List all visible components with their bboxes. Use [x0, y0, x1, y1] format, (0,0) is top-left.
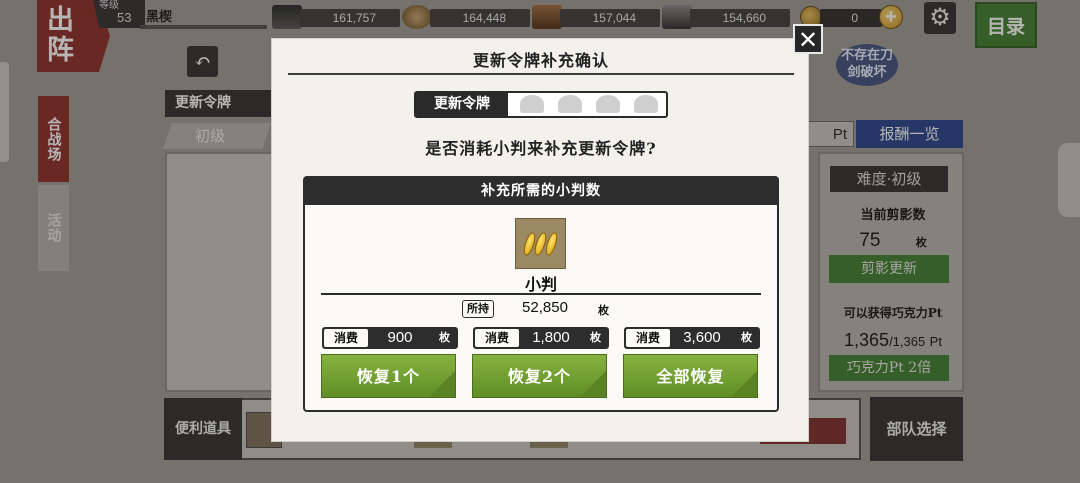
- restore-two-button[interactable]: 恢复2个: [472, 354, 607, 398]
- resource-whetstone: 154,660: [690, 9, 790, 27]
- add-koban-button[interactable]: +: [879, 5, 903, 29]
- cost-value-3: 3,600: [683, 329, 721, 346]
- steel-icon: [402, 5, 432, 29]
- cost-label: 消费: [626, 329, 670, 347]
- back-button[interactable]: ↶: [187, 46, 218, 77]
- ticket-tab: 更新令牌: [165, 90, 285, 117]
- left-edge-handle: [0, 62, 9, 162]
- right-edge-handle: [1058, 143, 1080, 217]
- silhouette-count: 75: [859, 230, 881, 251]
- ticket-status-label: 更新令牌: [416, 93, 508, 116]
- empty-ticket-icon: [634, 95, 658, 113]
- choco-pt-label: 可以获得巧克力Pt: [843, 306, 943, 320]
- sortie-label: 出阵: [47, 5, 74, 66]
- current-silhouettes-label: 当前剪影数: [860, 208, 926, 223]
- close-icon[interactable]: ✕: [793, 24, 823, 54]
- level-value: 53: [117, 10, 132, 25]
- double-pt-badge: 巧克力Pt 2倍: [829, 355, 949, 381]
- cost-unit: 枚: [439, 331, 450, 344]
- cost-box-1: 消费 900 枚: [322, 327, 458, 349]
- restore-one-button[interactable]: 恢复1个: [321, 354, 456, 398]
- difficulty-tab-beginner[interactable]: 初级: [163, 123, 271, 149]
- coolant-icon: [532, 5, 562, 29]
- cost-label: 消费: [475, 329, 519, 347]
- cost-value-1: 900: [387, 329, 413, 346]
- cost-box-2: 消费 1,800 枚: [473, 327, 609, 349]
- current-silhouettes-value: 75 枚: [820, 230, 966, 252]
- cost-value-2: 1,800: [532, 329, 570, 346]
- cost-panel: 补充所需的小判数 小判 所持 52,850 枚 消费 900 枚 消费 1,80…: [303, 176, 779, 412]
- empty-ticket-icon: [558, 95, 582, 113]
- item-divider: [321, 293, 761, 295]
- ticket-status: 更新令牌: [414, 91, 668, 118]
- tab-battlefield[interactable]: 合战场: [38, 96, 69, 182]
- held-label: 所持: [462, 300, 494, 318]
- confirm-question: 是否消耗小判来补充更新令牌?: [425, 139, 657, 158]
- choco-unit: Pt: [929, 334, 942, 349]
- difficulty-label: 难度·初级: [830, 166, 948, 192]
- no-sword-break-badge: 不存在刀剑破坏: [836, 44, 898, 86]
- tab-event[interactable]: 活动: [38, 185, 69, 271]
- resource-steel: 164,448: [430, 9, 530, 27]
- dialog-title: 更新令牌补充确认: [472, 51, 609, 70]
- silhouette-unit: 枚: [915, 236, 927, 249]
- title-divider: [288, 73, 794, 75]
- choco-max: /1,365: [889, 334, 926, 349]
- koban-item-name: 小判: [524, 275, 557, 294]
- team-select-button[interactable]: 部队选择: [870, 397, 963, 461]
- koban-count: 0: [820, 9, 882, 27]
- held-unit: 枚: [598, 304, 609, 317]
- whetstone-icon: [662, 5, 692, 29]
- charcoal-icon: [272, 5, 302, 29]
- exp-bar: [140, 25, 267, 29]
- choco-pt-value: 1,365/1,365 Pt: [820, 330, 966, 351]
- menu-button[interactable]: 目录: [975, 2, 1037, 48]
- cost-unit: 枚: [590, 331, 601, 344]
- status-panel: 难度·初级 当前剪影数 75 枚 剪影更新 可以获得巧克力Pt 1,365/1,…: [818, 152, 964, 392]
- map-panel: [165, 152, 275, 392]
- koban-item-icon: [515, 218, 566, 269]
- empty-ticket-icon: [520, 95, 544, 113]
- choco-current: 1,365: [844, 330, 890, 350]
- settings-gear-icon[interactable]: ⚙: [924, 2, 956, 34]
- cost-box-3: 消费 3,600 枚: [624, 327, 760, 349]
- refill-ticket-dialog: 更新令牌补充确认 更新令牌 是否消耗小判来补充更新令牌? 补充所需的小判数 小判…: [271, 38, 809, 442]
- reward-list-button[interactable]: 报酬一览: [856, 120, 963, 148]
- player-name: 黑楔: [146, 10, 173, 25]
- cost-unit: 枚: [741, 331, 752, 344]
- level-box: 等级 53: [93, 0, 145, 28]
- held-value: 52,850: [522, 299, 568, 316]
- refresh-silhouette-button[interactable]: 剪影更新: [829, 255, 949, 283]
- resource-charcoal: 161,757: [300, 9, 400, 27]
- cost-label: 消费: [324, 329, 368, 347]
- cost-panel-title: 补充所需的小判数: [305, 178, 777, 205]
- items-label[interactable]: 便利道具: [164, 398, 242, 460]
- resource-coolant: 157,044: [560, 9, 660, 27]
- restore-all-button[interactable]: 全部恢复: [623, 354, 758, 398]
- empty-ticket-icon: [596, 95, 620, 113]
